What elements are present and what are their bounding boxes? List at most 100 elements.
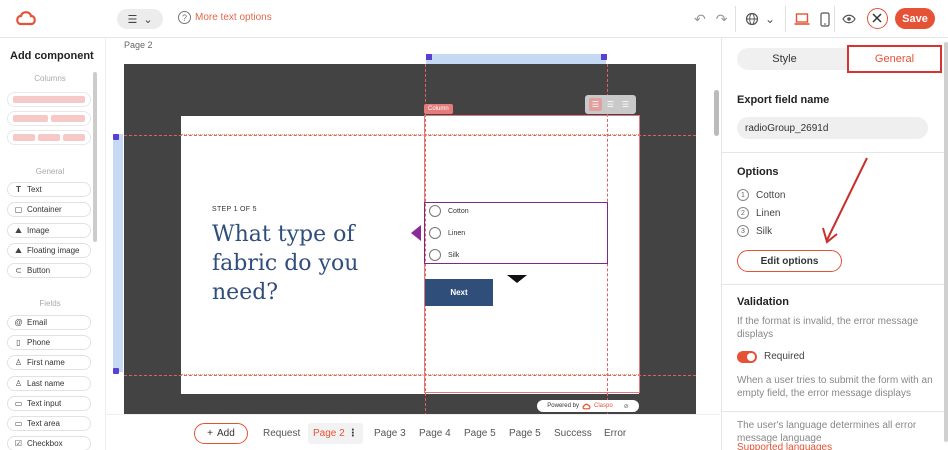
collapse-arrow-icon[interactable] — [411, 225, 421, 241]
radio-option[interactable]: Cotton — [429, 205, 469, 217]
tab-success[interactable]: Success — [549, 423, 597, 444]
one-column-layout[interactable] — [7, 92, 91, 107]
component-button[interactable]: ⊂ Button — [7, 263, 91, 278]
top-resize-strip[interactable] — [426, 54, 606, 64]
add-page-button[interactable]: + Add — [194, 423, 248, 444]
panel-scrollbar[interactable] — [93, 72, 97, 242]
align-right-icon[interactable]: ☰ — [619, 98, 632, 111]
tab-request[interactable]: Request — [258, 423, 305, 444]
left-resize-strip[interactable] — [113, 134, 123, 372]
option-item: 1 Cotton — [737, 189, 785, 201]
export-field-input[interactable]: radioGroup_2691d — [737, 117, 928, 139]
radio-option[interactable]: Silk — [429, 249, 459, 261]
text-align-dropdown[interactable]: ☰ ⌄ — [117, 9, 163, 29]
resize-handle[interactable] — [113, 368, 119, 374]
required-description: When a user tries to submit the form wit… — [737, 375, 933, 399]
radio-label: Silk — [448, 251, 460, 259]
tab-label: Page 2 — [313, 428, 345, 439]
undo-icon[interactable]: ↶ — [694, 11, 706, 28]
preview-eye-icon[interactable] — [842, 14, 856, 24]
align-center-icon[interactable]: ☰ — [604, 98, 617, 111]
component-label: Text input — [27, 399, 62, 408]
component-text[interactable]: T Text — [7, 182, 91, 197]
field-email[interactable]: @ Email — [7, 315, 91, 330]
field-checkbox[interactable]: ☑ Checkbox — [7, 436, 91, 450]
hide-eye-icon[interactable]: ⊘ — [624, 403, 629, 410]
globe-icon[interactable] — [745, 12, 759, 26]
language-chevron-icon[interactable]: ⌄ — [765, 12, 775, 26]
resize-handle[interactable] — [426, 54, 432, 60]
tab-style[interactable]: Style — [737, 48, 832, 70]
component-label: Phone — [27, 338, 51, 347]
help-icon: ? — [178, 11, 191, 24]
resize-handle[interactable] — [601, 54, 607, 60]
field-text-input[interactable]: ▭ Text input — [7, 396, 91, 411]
desktop-view-icon[interactable] — [794, 12, 810, 26]
more-vertical-icon[interactable]: ⋮ — [348, 428, 358, 439]
tab-page-3[interactable]: Page 3 — [369, 423, 411, 444]
tab-page-5b[interactable]: Page 5 — [504, 423, 546, 444]
two-column-layout[interactable] — [7, 111, 91, 126]
close-icon — [872, 13, 882, 23]
component-image[interactable]: ⛰ Image — [7, 223, 91, 238]
tab-general[interactable]: General — [847, 45, 942, 73]
claspo-logo-icon[interactable] — [15, 9, 37, 27]
step-text: STEP 1 OF 5 — [212, 206, 257, 213]
validation-heading: Validation — [737, 296, 789, 308]
text-input-icon: ▭ — [14, 399, 23, 408]
checkbox-icon: ☑ — [14, 439, 23, 448]
tab-page-5[interactable]: Page 5 — [459, 423, 501, 444]
drop-indicator-icon — [507, 275, 527, 283]
radio-label: Cotton — [448, 207, 469, 215]
container-icon: ▢ — [14, 205, 23, 214]
more-text-options-link[interactable]: ? More text options — [178, 11, 272, 24]
panel-scrollbar[interactable] — [944, 42, 948, 442]
floating-image-icon: ⛰ — [15, 245, 22, 255]
field-text-area[interactable]: ▭ Text area — [7, 416, 91, 431]
mobile-view-icon[interactable] — [820, 11, 830, 27]
component-label: Button — [27, 266, 51, 275]
align-left-icon[interactable]: ☰ — [589, 98, 602, 111]
field-last-name[interactable]: ♙ Last name — [7, 376, 91, 391]
export-field-heading: Export field name — [737, 94, 830, 106]
save-button[interactable]: Save — [895, 8, 935, 29]
next-button[interactable]: Next — [425, 279, 493, 306]
tab-page-2[interactable]: Page 2 ⋮ — [308, 423, 363, 444]
section-divider — [722, 152, 948, 153]
component-label: Checkbox — [27, 439, 63, 448]
field-phone[interactable]: ▯ Phone — [7, 335, 91, 350]
properties-panel: Style General Export field name radioGro… — [721, 38, 948, 450]
page-label: Page 2 — [124, 40, 153, 50]
required-toggle[interactable] — [737, 351, 757, 363]
three-column-layout[interactable] — [7, 130, 91, 145]
radio-group[interactable]: Cotton Linen Silk — [424, 202, 608, 264]
options-heading: Options — [737, 166, 779, 178]
person-icon: ♙ — [14, 379, 23, 388]
canvas-scrollbar[interactable] — [714, 90, 719, 136]
annotation-arrow-icon — [822, 157, 868, 244]
panel-title: Add component — [10, 50, 94, 62]
component-label: Floating image — [27, 246, 80, 255]
redo-icon[interactable]: ↷ — [716, 11, 728, 28]
radio-circle[interactable] — [429, 227, 441, 239]
component-label: Email — [27, 318, 48, 327]
general-section-label: General — [35, 167, 65, 176]
radio-circle[interactable] — [429, 205, 441, 217]
close-editor-button[interactable] — [867, 8, 888, 29]
field-first-name[interactable]: ♙ First name — [7, 355, 91, 370]
edit-options-button[interactable]: Edit options — [737, 250, 842, 272]
tab-error[interactable]: Error — [599, 423, 631, 444]
component-floating-image[interactable]: ⛰ Floating image — [7, 243, 91, 258]
component-container[interactable]: ▢ Container — [7, 202, 91, 217]
resize-handle[interactable] — [113, 134, 119, 140]
editor-canvas: Page 2 Column ☰ ☰ ☰ STEP 1 OF 5 What typ… — [106, 38, 720, 450]
option-label: Cotton — [756, 189, 786, 201]
required-label: Required — [764, 351, 805, 362]
chevron-down-icon: ⌄ — [143, 13, 153, 26]
supported-languages-link[interactable]: Supported languages — [737, 442, 832, 450]
tab-page-4[interactable]: Page 4 — [414, 423, 456, 444]
radio-option[interactable]: Linen — [429, 227, 465, 239]
powered-by-badge[interactable]: Powered by Claspo ⊘ — [537, 400, 639, 412]
option-label: Linen — [756, 207, 781, 219]
radio-circle[interactable] — [429, 249, 441, 261]
